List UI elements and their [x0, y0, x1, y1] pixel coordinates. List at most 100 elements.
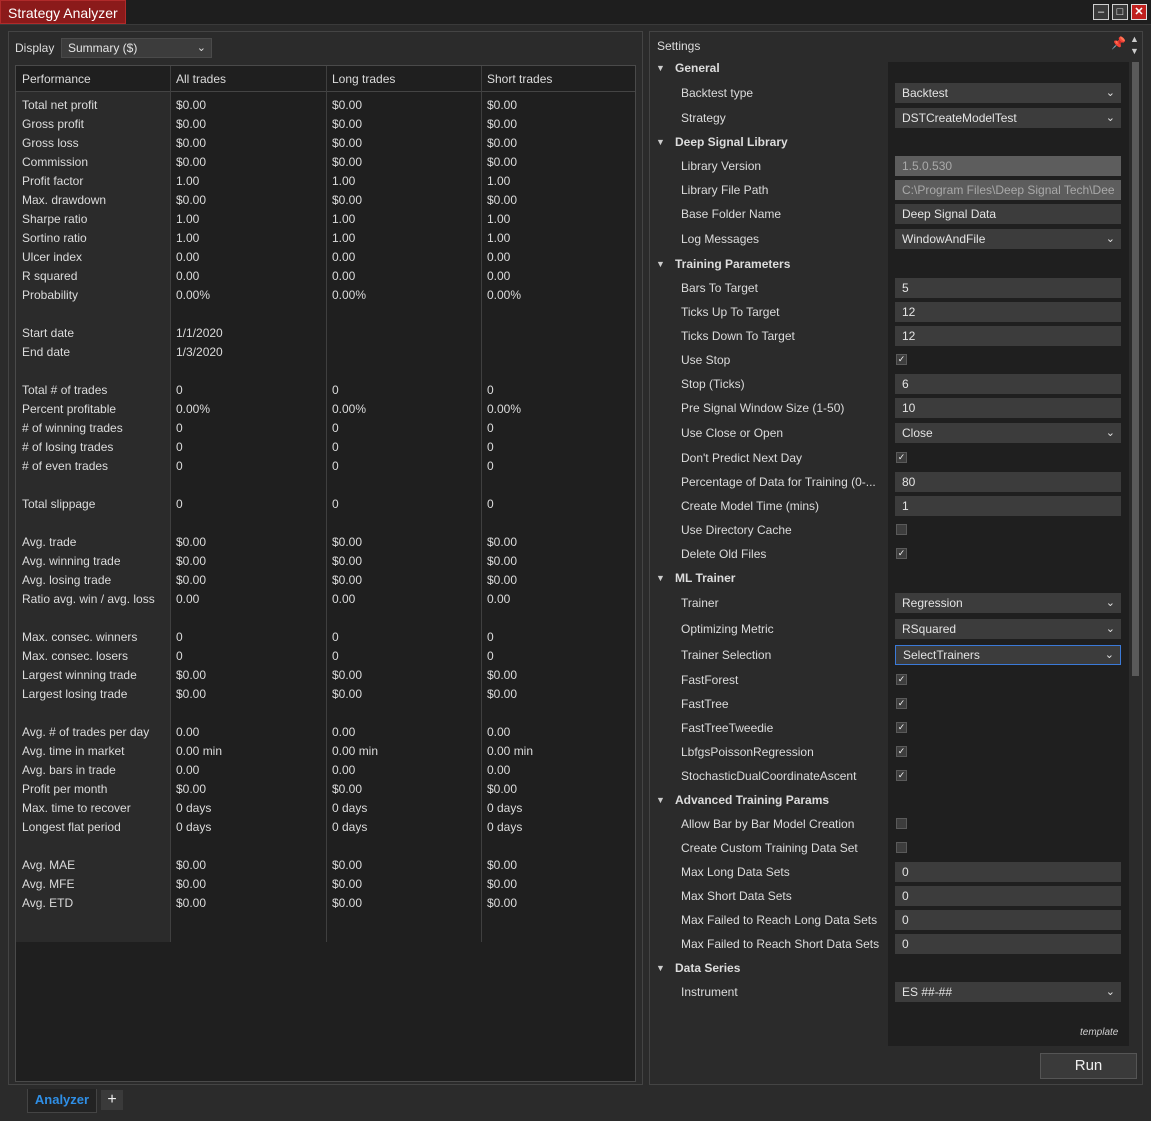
metric-value: 0.00%	[176, 288, 211, 302]
metric-value: 1.00	[176, 231, 200, 245]
metric-value: 0.00	[487, 763, 511, 777]
category-header[interactable]: ▼ Deep Signal Library	[650, 132, 1120, 152]
property-input[interactable]: 0	[895, 934, 1121, 954]
category-header[interactable]: ▼ ML Trainer	[650, 568, 1120, 588]
property-input[interactable]: 0	[895, 862, 1121, 882]
column-header[interactable]: Short trades	[481, 66, 552, 91]
collapse-arrow-icon[interactable]: ▼	[656, 254, 665, 274]
property-value-text: 5	[902, 281, 909, 295]
property-select[interactable]: WindowAndFile ⌄	[895, 229, 1121, 249]
property-checkbox[interactable]	[896, 842, 907, 853]
property-select[interactable]: DSTCreateModelTest ⌄	[895, 108, 1121, 128]
metric-value: $0.00	[487, 98, 518, 112]
metric-value: 0.00%	[176, 402, 211, 416]
scroll-thumb[interactable]	[1132, 62, 1139, 676]
property-checkbox[interactable]: ✓	[896, 548, 907, 559]
collapse-arrow-icon[interactable]: ▼	[656, 62, 665, 78]
property-select[interactable]: SelectTrainers ⌄	[895, 645, 1121, 665]
maximize-icon[interactable]: □	[1112, 4, 1128, 20]
property-value-text: Backtest	[902, 86, 949, 100]
property-checkbox[interactable]: ✓	[896, 674, 907, 685]
table-row: Max. drawdown $0.00 $0.00 $0.00	[16, 191, 635, 210]
metric-value: $0.00	[487, 858, 518, 872]
property-checkbox[interactable]: ✓	[896, 354, 907, 365]
tab-analyzer[interactable]: Analyzer	[27, 1089, 97, 1113]
category-header[interactable]: ▼ Data Series	[650, 958, 1120, 978]
table-row: Sortino ratio 1.00 1.00 1.00	[16, 229, 635, 248]
table-row: Longest flat period 0 days 0 days 0 days	[16, 818, 635, 837]
property-input[interactable]: 0	[895, 886, 1121, 906]
category-header[interactable]: ▼ General	[650, 62, 1120, 78]
chevron-down-icon: ⌄	[1105, 112, 1115, 124]
property-select[interactable]: ES ##-## ⌄	[895, 982, 1121, 1002]
property-select[interactable]: Regression ⌄	[895, 593, 1121, 613]
table-row: Max. consec. losers 0 0 0	[16, 647, 635, 666]
display-select[interactable]: Summary ($) ⌄	[61, 38, 212, 58]
property-value-text: 10	[902, 401, 916, 415]
metric-value: 0	[176, 630, 183, 644]
category-header[interactable]: ▼ Training Parameters	[650, 254, 1120, 274]
collapse-arrow-icon[interactable]: ▼	[656, 132, 665, 152]
property-checkbox[interactable]: ✓	[896, 746, 907, 757]
property-value-text: DSTCreateModelTest	[902, 111, 1017, 125]
property-label: Instrument	[681, 985, 738, 999]
table-row: Avg. # of trades per day 0.00 0.00 0.00	[16, 723, 635, 742]
metric-value: 0	[176, 459, 183, 473]
table-row: Ratio avg. win / avg. loss 0.00 0.00 0.00	[16, 590, 635, 609]
collapse-arrow-icon[interactable]: ▼	[656, 568, 665, 588]
add-tab-button[interactable]: +	[101, 1090, 123, 1110]
property-checkbox[interactable]: ✓	[896, 698, 907, 709]
property-checkbox[interactable]	[896, 524, 907, 535]
pin-icon[interactable]: 📌	[1111, 36, 1126, 50]
property-select[interactable]: Backtest ⌄	[895, 83, 1121, 103]
property-checkbox[interactable]: ✓	[896, 452, 907, 463]
property-input[interactable]: Deep Signal Data	[895, 204, 1121, 224]
property-input[interactable]: 12	[895, 302, 1121, 322]
metric-value: $0.00	[487, 535, 518, 549]
property-select[interactable]: RSquared ⌄	[895, 619, 1121, 639]
table-row: Gross loss $0.00 $0.00 $0.00	[16, 134, 635, 153]
property-input[interactable]: 1	[895, 496, 1121, 516]
collapse-arrow-icon[interactable]: ▼	[656, 790, 665, 810]
property-input[interactable]: 10	[895, 398, 1121, 418]
minimize-icon[interactable]: –	[1093, 4, 1109, 20]
property-select[interactable]: Close ⌄	[895, 423, 1121, 443]
metric-value: $0.00	[176, 98, 207, 112]
close-icon[interactable]: ✕	[1131, 4, 1147, 20]
scroll-up-icon[interactable]: ▲	[1130, 34, 1139, 44]
metric-value: 0	[176, 440, 183, 454]
chevron-down-icon: ⌄	[1105, 427, 1115, 439]
property-input[interactable]: 5	[895, 278, 1121, 298]
property-input[interactable]: 12	[895, 326, 1121, 346]
column-header[interactable]: Long trades	[326, 66, 395, 91]
property-label: Ticks Up To Target	[681, 305, 780, 319]
scroll-down-icon[interactable]: ▼	[1130, 46, 1139, 56]
collapse-arrow-icon[interactable]: ▼	[656, 958, 665, 978]
property-input[interactable]: 0	[895, 910, 1121, 930]
table-row: # of winning trades 0 0 0	[16, 419, 635, 438]
template-link[interactable]: template	[1080, 1027, 1118, 1038]
metric-value: 0 days	[332, 801, 368, 815]
run-button[interactable]: Run	[1040, 1053, 1137, 1079]
metric-label: Avg. MAE	[22, 858, 76, 872]
property-input[interactable]: 80	[895, 472, 1121, 492]
metric-value: 0.00	[487, 269, 511, 283]
metric-value: 0.00	[332, 725, 356, 739]
property-checkbox[interactable]: ✓	[896, 722, 907, 733]
property-checkbox[interactable]	[896, 818, 907, 829]
property-value-text: 0	[902, 913, 909, 927]
column-header[interactable]: All trades	[170, 66, 226, 91]
column-header[interactable]: Performance	[16, 66, 91, 91]
table-row: Avg. winning trade $0.00 $0.00 $0.00	[16, 552, 635, 571]
metric-value: 0.00	[332, 269, 356, 283]
property-label: Strategy	[681, 111, 726, 125]
category-header[interactable]: ▼ Advanced Training Params	[650, 790, 1120, 810]
metric-label: Longest flat period	[22, 820, 121, 834]
property-input[interactable]: 6	[895, 374, 1121, 394]
metric-value: $0.00	[487, 573, 518, 587]
metric-value: 0.00 min	[176, 744, 223, 758]
metric-value: $0.00	[176, 896, 207, 910]
property-label: FastForest	[681, 673, 739, 687]
settings-scrollbar[interactable]	[1129, 62, 1142, 1046]
property-checkbox[interactable]: ✓	[896, 770, 907, 781]
